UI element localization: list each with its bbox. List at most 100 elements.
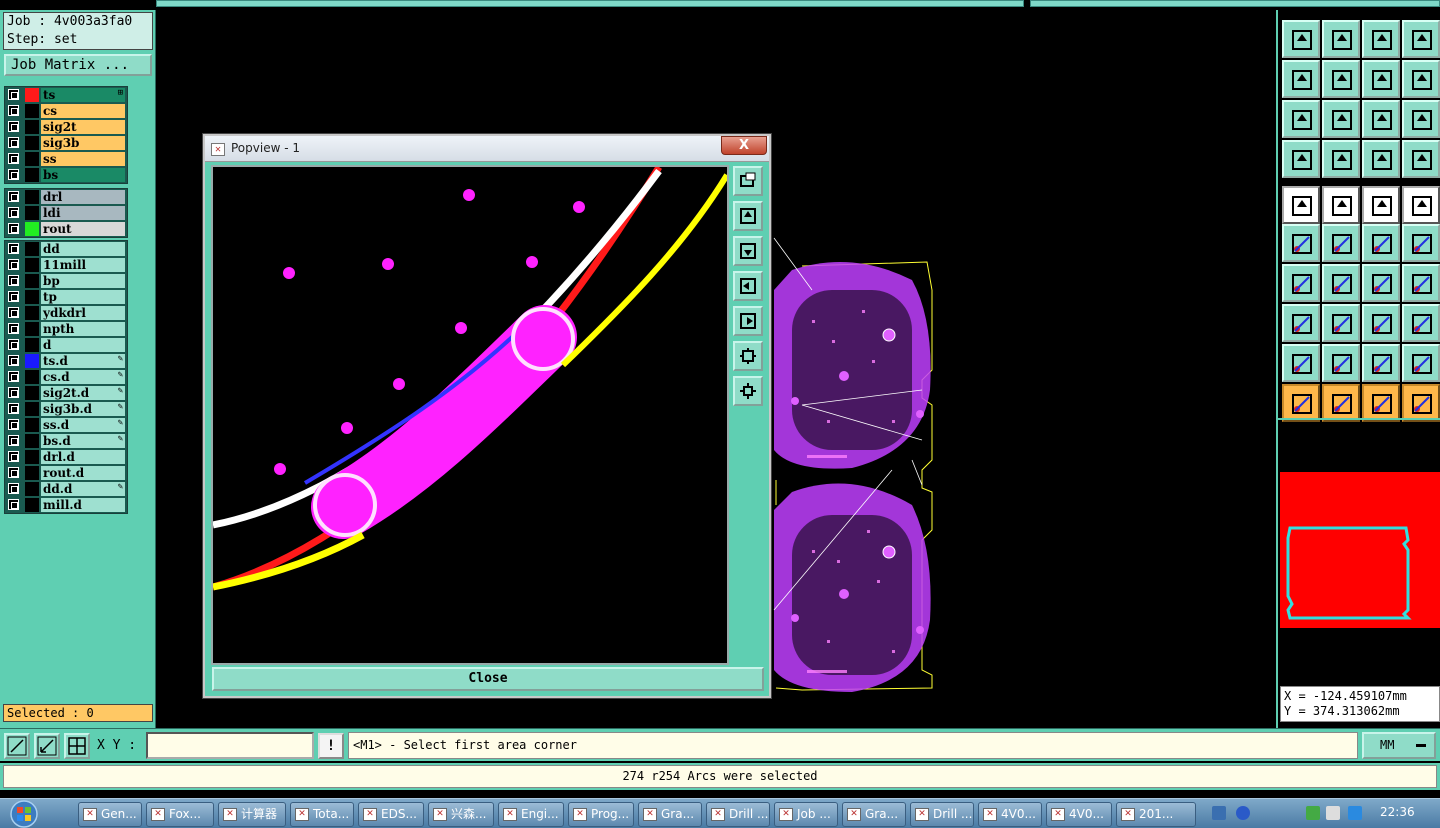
layer-color-swatch[interactable] — [25, 242, 39, 256]
layer-color-swatch[interactable] — [25, 206, 39, 220]
layer-checkbox[interactable] — [8, 387, 19, 398]
layer-row[interactable]: bs — [5, 167, 127, 183]
layer-row[interactable]: sig2t.d ✎ — [5, 385, 127, 401]
zoom-in-button[interactable] — [733, 376, 763, 406]
layer-row[interactable]: ydkdrl — [5, 305, 127, 321]
layer-color-swatch[interactable] — [25, 354, 39, 368]
layer-color-swatch[interactable] — [25, 338, 39, 352]
move-button[interactable] — [1362, 224, 1400, 262]
layer-row[interactable]: dd — [5, 241, 127, 257]
layer-color-swatch[interactable] — [25, 258, 39, 272]
layer-name[interactable]: 11mill — [41, 258, 125, 272]
triangle-up-button[interactable] — [1362, 344, 1400, 382]
layer-checkbox[interactable] — [8, 121, 19, 132]
taskbar-item[interactable]: ✕ Tota... — [290, 802, 354, 827]
layer-checkbox[interactable] — [8, 419, 19, 430]
top-scroll-strip-left[interactable] — [156, 0, 1024, 7]
taskbar-item[interactable]: ✕ 201... — [1116, 802, 1196, 827]
layer-row[interactable]: drl — [5, 189, 127, 205]
layer-name[interactable]: rout.d — [41, 466, 125, 480]
settings-button[interactable] — [1282, 140, 1320, 178]
layer-name[interactable]: mill.d — [41, 498, 125, 512]
layer-row[interactable]: ss — [5, 151, 127, 167]
layer-row[interactable]: ts.d ✎ — [5, 353, 127, 369]
layer-row[interactable]: bs.d ✎ — [5, 433, 127, 449]
pointer-button[interactable] — [1282, 384, 1320, 422]
layer-name[interactable]: tp — [41, 290, 125, 304]
layer-color-swatch[interactable] — [25, 386, 39, 400]
taskbar-item[interactable]: ✕ Gra... — [842, 802, 906, 827]
layer-color-swatch[interactable] — [25, 274, 39, 288]
layer-name[interactable]: npth — [41, 322, 125, 336]
rotate-button[interactable] — [1362, 264, 1400, 302]
layer-row[interactable]: bp — [5, 273, 127, 289]
layer-checkbox[interactable] — [8, 243, 19, 254]
layer-name[interactable]: sig2t — [41, 120, 125, 134]
help-button[interactable] — [1402, 100, 1440, 138]
layer-checkbox[interactable] — [8, 105, 19, 116]
antivirus-icon[interactable] — [1306, 806, 1320, 820]
layer-color-swatch[interactable] — [25, 498, 39, 512]
layer-row[interactable]: rout — [5, 221, 127, 237]
layer-color-swatch[interactable] — [25, 88, 39, 102]
layer-color-swatch[interactable] — [25, 370, 39, 384]
layer-name[interactable]: ss.d — [41, 418, 125, 432]
pan-right-button[interactable] — [733, 306, 763, 336]
layer-row[interactable]: sig3b — [5, 135, 127, 151]
route-alt-button[interactable] — [1402, 140, 1440, 178]
layer-color-swatch[interactable] — [25, 168, 39, 182]
layer-row[interactable]: 11mill — [5, 257, 127, 273]
layer-name[interactable]: ss — [41, 152, 125, 166]
layer-checkbox[interactable] — [8, 275, 19, 286]
layer-name[interactable]: drl — [41, 190, 125, 204]
zoom-out-button[interactable] — [733, 341, 763, 371]
taskbar-item[interactable]: ✕ Gen... — [78, 802, 142, 827]
resize-button[interactable] — [1282, 304, 1320, 342]
line-button[interactable] — [1322, 264, 1360, 302]
home-button[interactable] — [1362, 20, 1400, 58]
layer-color-swatch[interactable] — [25, 466, 39, 480]
taskbar-item[interactable]: ✕ Prog... — [568, 802, 634, 827]
taskbar-item[interactable]: ✕ 4V0... — [978, 802, 1042, 827]
layer-row[interactable]: drl.d — [5, 449, 127, 465]
snap-mode-button[interactable] — [4, 733, 30, 759]
layer-color-swatch[interactable] — [25, 482, 39, 496]
step-overview[interactable] — [1280, 472, 1440, 628]
layer-color-swatch[interactable] — [25, 434, 39, 448]
grid-button[interactable] — [1322, 140, 1360, 178]
zoom-fit-button[interactable] — [1282, 100, 1320, 138]
layer-name[interactable]: dd.d — [41, 482, 125, 496]
pan-down-button[interactable] — [733, 236, 763, 266]
taskbar-item[interactable]: ✕ EDS... — [358, 802, 424, 827]
layer-row[interactable]: tp — [5, 289, 127, 305]
layer-color-swatch[interactable] — [25, 418, 39, 432]
job-matrix-button[interactable]: Job Matrix ... — [4, 54, 152, 76]
network-icon[interactable] — [1326, 806, 1340, 820]
pan-up-button[interactable] — [733, 201, 763, 231]
layer-name[interactable]: bs — [41, 168, 125, 182]
measure-mode-button[interactable] — [34, 733, 60, 759]
angle-button[interactable] — [1282, 344, 1320, 382]
layer-color-swatch[interactable] — [25, 290, 39, 304]
layer-checkbox[interactable] — [8, 483, 19, 494]
pad-button[interactable] — [1402, 186, 1440, 224]
taskbar-item[interactable]: ✕ Drill ... — [706, 802, 770, 827]
pan-left-button[interactable] — [733, 271, 763, 301]
layer-down-button[interactable] — [1322, 20, 1360, 58]
layer-checkbox[interactable] — [8, 259, 19, 270]
start-button[interactable] — [2, 799, 44, 828]
taskbar-item[interactable]: ✕ Drill ... — [910, 802, 974, 827]
add-pad-button[interactable] — [1282, 186, 1320, 224]
route-button[interactable] — [1362, 140, 1400, 178]
pan-left-button[interactable] — [1282, 60, 1320, 98]
ruler-button[interactable] — [1362, 186, 1400, 224]
layer-name[interactable]: bs.d — [41, 434, 125, 448]
line-shift-button[interactable] — [1322, 304, 1360, 342]
board-graphic[interactable] — [772, 230, 942, 700]
layer-checkbox[interactable] — [8, 137, 19, 148]
layer-checkbox[interactable] — [8, 323, 19, 334]
layer-color-swatch[interactable] — [25, 190, 39, 204]
delete-button[interactable] — [1322, 224, 1360, 262]
layer-name[interactable]: ldi — [41, 206, 125, 220]
layer-checkbox[interactable] — [8, 207, 19, 218]
